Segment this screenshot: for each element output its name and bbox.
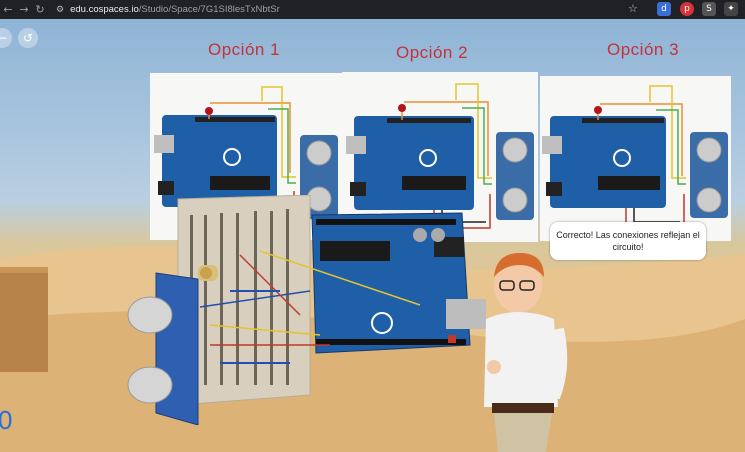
extension-icon[interactable]: d xyxy=(657,2,671,16)
extension-icon[interactable]: S xyxy=(702,2,716,16)
arduino-circuit-diagram xyxy=(542,85,728,227)
cospaces-scene[interactable]: ← ↺ Opción 1 Opción 2 Opción 3 Correcto!… xyxy=(0,19,745,452)
speech-bubble-text: Correcto! Las conexiones reflejan el cir… xyxy=(556,230,700,252)
url-path: /Studio/Space/7G1SI8lesTxNbtSr xyxy=(138,4,280,15)
option-3-card[interactable] xyxy=(540,76,731,241)
browser-toolbar: ← → ↻ ⚙ edu.cospaces.io/Studio/Space/7G1… xyxy=(0,0,745,19)
speech-bubble: Correcto! Las conexiones reflejan el cir… xyxy=(550,222,706,260)
3d-circuit-model[interactable] xyxy=(120,195,500,425)
site-settings-icon[interactable]: ⚙ xyxy=(56,5,64,15)
reload-button[interactable]: ↻ xyxy=(32,3,48,16)
extensions-puzzle-icon[interactable]: ✦ xyxy=(724,2,738,16)
partial-counter: 0 xyxy=(0,405,13,435)
address-bar[interactable]: ⚙ edu.cospaces.io/Studio/Space/7G1SI8les… xyxy=(56,4,280,15)
teacher-character[interactable] xyxy=(474,247,570,452)
url-domain: edu.cospaces.io xyxy=(70,4,139,15)
back-button[interactable]: ← xyxy=(0,3,16,16)
bookmark-star-icon[interactable]: ☆ xyxy=(628,2,638,15)
forward-button[interactable]: → xyxy=(16,3,32,16)
option-1-title: Opción 1 xyxy=(208,40,281,59)
pinterest-icon[interactable]: p xyxy=(680,2,694,16)
option-2-title: Opción 2 xyxy=(396,43,469,62)
option-3-title: Opción 3 xyxy=(607,40,680,59)
